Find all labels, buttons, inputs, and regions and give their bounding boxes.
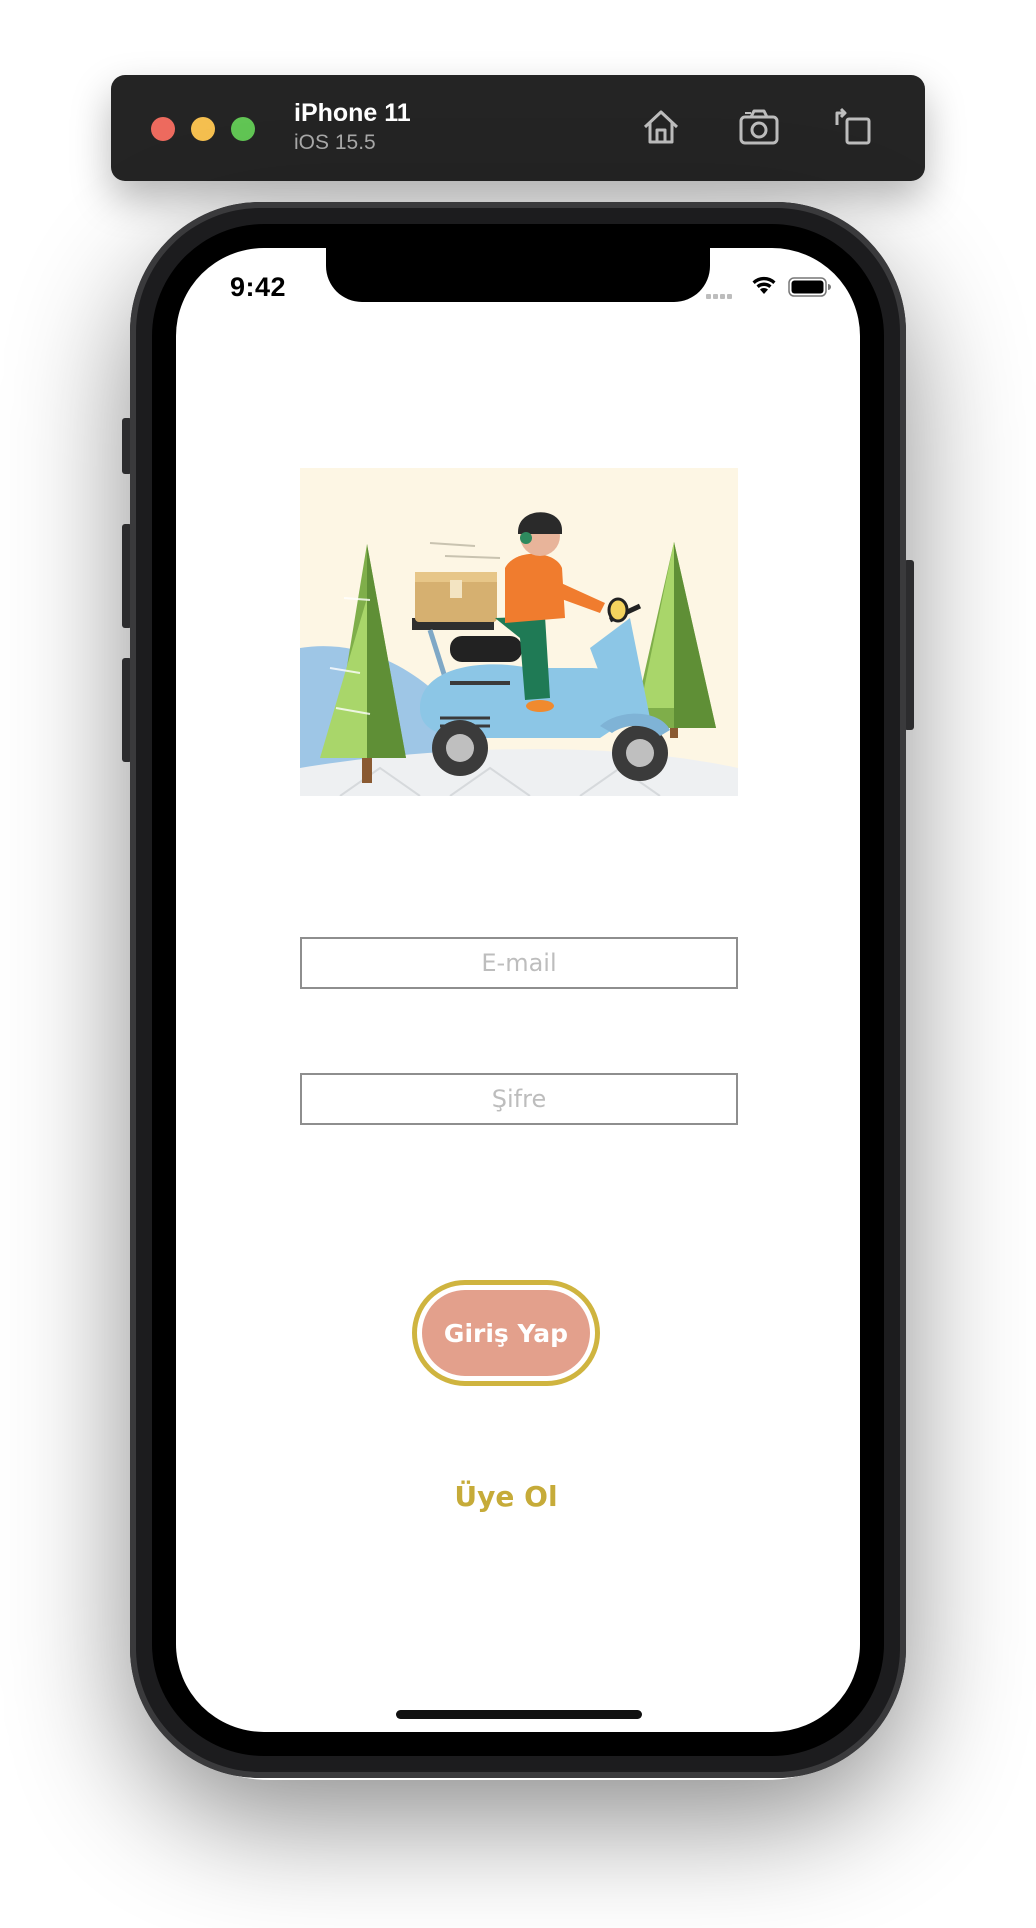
rotate-icon[interactable] bbox=[831, 105, 875, 149]
password-field[interactable] bbox=[302, 1075, 736, 1123]
login-button-label: Giriş Yap bbox=[422, 1290, 590, 1376]
login-button[interactable]: Giriş Yap bbox=[412, 1280, 600, 1386]
os-version: iOS 15.5 bbox=[294, 131, 376, 154]
battery-icon bbox=[788, 277, 831, 297]
wifi-icon bbox=[752, 276, 776, 294]
hero-image bbox=[300, 468, 738, 796]
signup-link[interactable]: Üye Ol bbox=[368, 1480, 644, 1513]
screenshot-icon[interactable] bbox=[737, 105, 781, 149]
cellular-signal-icon bbox=[706, 286, 734, 304]
zoom-window-button[interactable] bbox=[231, 117, 255, 141]
close-window-button[interactable] bbox=[151, 117, 175, 141]
home-icon[interactable] bbox=[639, 105, 683, 149]
device-name: iPhone 11 bbox=[294, 99, 411, 127]
home-indicator[interactable] bbox=[396, 1710, 642, 1719]
simulator-window: iPhone 11 iOS 15.5 9:42 E-mail Giriş Yap… bbox=[0, 0, 1036, 1928]
status-time: 9:42 bbox=[230, 272, 287, 302]
notch bbox=[326, 248, 710, 302]
simulator-toolbar: iPhone 11 iOS 15.5 bbox=[111, 75, 925, 181]
minimize-window-button[interactable] bbox=[191, 117, 215, 141]
password-field-container bbox=[300, 1073, 738, 1125]
phone-screen: 9:42 E-mail Giriş Yap Üye Ol bbox=[176, 248, 860, 1732]
email-field[interactable] bbox=[302, 939, 736, 987]
delivery-scooter-illustration bbox=[300, 468, 738, 796]
email-field-container bbox=[300, 937, 738, 989]
